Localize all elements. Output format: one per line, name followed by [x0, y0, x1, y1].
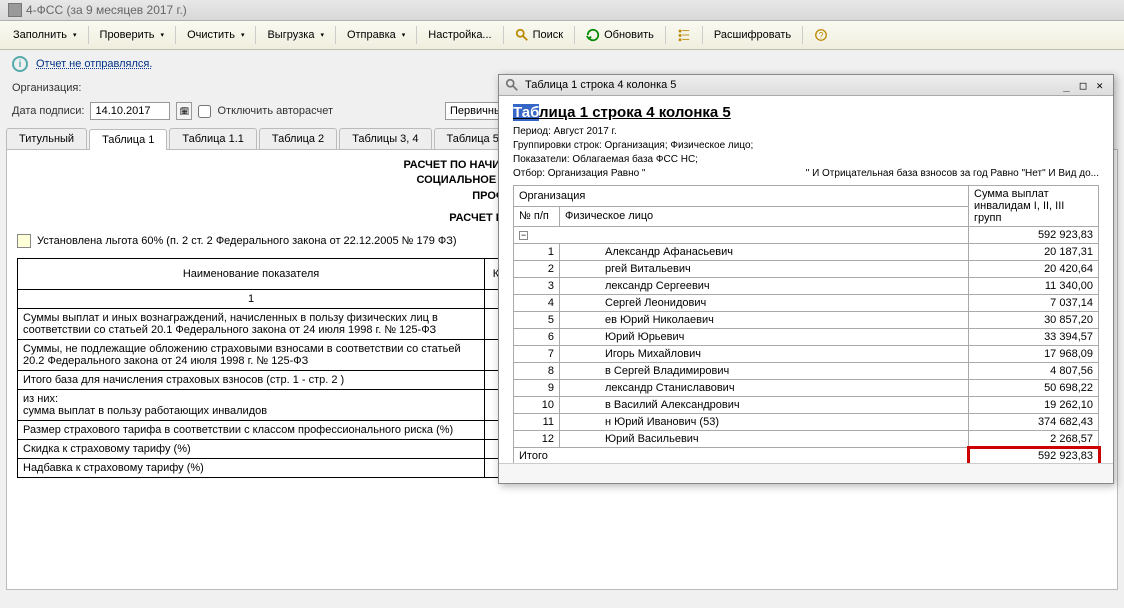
tab-tablica-3-4[interactable]: Таблицы 3, 4: [339, 128, 431, 149]
auto-label: Отключить авторасчет: [217, 105, 333, 117]
popup-person-row[interactable]: 7Игорь Михайлович17 968,09: [514, 346, 1099, 363]
help-button[interactable]: ?: [807, 24, 835, 46]
decrypt-button[interactable]: Расшифровать: [707, 25, 798, 45]
popup-statusbar: [499, 463, 1113, 483]
tab-titulnyy[interactable]: Титульный: [6, 128, 87, 149]
popup-person-row[interactable]: 5ев Юрий Николаевич30 857,20: [514, 312, 1099, 329]
popup-group-row[interactable]: − 592 923,83: [514, 227, 1099, 244]
window-title: 4-ФСС (за 9 месяцев 2017 г.): [26, 3, 187, 17]
popup-person-row[interactable]: 6Юрий Юрьевич33 394,57: [514, 329, 1099, 346]
toolbar: Заполнить Проверить Очистить Выгрузка От…: [0, 21, 1124, 50]
window-title-bar: 4-ФСС (за 9 месяцев 2017 г.): [0, 0, 1124, 21]
popup-total-value: 592 923,83: [969, 448, 1099, 464]
lgota-label: Установлена льгота 60% (п. 2 ст. 2 Федер…: [37, 235, 457, 247]
settings-button[interactable]: Настройка...: [421, 25, 498, 45]
popup-person-row[interactable]: 2ргей Витальевич20 420,64: [514, 261, 1099, 278]
close-icon[interactable]: ✕: [1092, 79, 1107, 92]
popup-person-row[interactable]: 1Александр Афанасьевич20 187,31: [514, 244, 1099, 261]
pth-sum: Сумма выплат инвалидам I, II, III групп: [969, 186, 1099, 227]
pth-fiz: Физическое лицо: [560, 206, 969, 227]
pth-np: № п/п: [514, 206, 560, 227]
popup-person-row[interactable]: 3лександр Сергеевич11 340,00: [514, 278, 1099, 295]
popup-titlebar[interactable]: Таблица 1 строка 4 колонка 5 _ □ ✕: [499, 75, 1113, 96]
popup-window: Таблица 1 строка 4 колонка 5 _ □ ✕ Табли…: [498, 74, 1114, 484]
popup-header: Таблица 1 строка 4 колонка 5 Период: Авг…: [499, 96, 1113, 185]
lgota-checkbox[interactable]: [17, 234, 31, 248]
status-text: Отчет не отправлялся.: [36, 58, 152, 70]
popup-person-row[interactable]: 12Юрий Васильевич2 268,57: [514, 431, 1099, 448]
org-label: Организация:: [12, 82, 81, 94]
auto-checkbox[interactable]: [198, 105, 211, 118]
popup-total-row: Итого 592 923,83: [514, 448, 1099, 464]
popup-person-row[interactable]: 8в Сергей Владимирович4 807,56: [514, 363, 1099, 380]
popup-indicators: Показатели: Облагаемая база ФСС НС;: [513, 153, 1099, 167]
app-icon: [8, 3, 22, 17]
info-icon: i: [12, 56, 28, 72]
magnifier-icon: [505, 78, 519, 92]
tab-tablica-1-1[interactable]: Таблица 1.1: [169, 128, 256, 149]
date-input[interactable]: [90, 102, 170, 120]
tab-tablica-1[interactable]: Таблица 1: [89, 129, 167, 150]
svg-text:?: ?: [819, 31, 824, 41]
tab-tablica-2[interactable]: Таблица 2: [259, 128, 337, 149]
popup-table: Организация Сумма выплат инвалидам I, II…: [499, 185, 1113, 463]
refresh-button[interactable]: Обновить: [579, 24, 661, 46]
th-n1: 1: [18, 290, 485, 309]
fill-button[interactable]: Заполнить: [6, 25, 84, 45]
popup-person-row[interactable]: 11н Юрий Иванович (53)374 682,43: [514, 414, 1099, 431]
popup-group: Группировки строк: Организация; Физическ…: [513, 139, 1099, 153]
send-button[interactable]: Отправка: [340, 25, 412, 45]
maximize-icon[interactable]: □: [1076, 79, 1091, 92]
popup-person-row[interactable]: 9лександр Станиславович50 698,22: [514, 380, 1099, 397]
pth-org: Организация: [514, 186, 969, 207]
clear-button[interactable]: Очистить: [180, 25, 251, 45]
tree-button[interactable]: [670, 24, 698, 46]
search-button[interactable]: Поиск: [508, 24, 570, 46]
th-name: Наименование показателя: [18, 259, 485, 290]
upload-button[interactable]: Выгрузка: [260, 25, 330, 45]
popup-person-row[interactable]: 10в Василий Александрович19 262,10: [514, 397, 1099, 414]
minimize-icon[interactable]: _: [1059, 79, 1074, 92]
check-button[interactable]: Проверить: [93, 25, 172, 45]
popup-filter-left: Отбор: Организация Равно ": [513, 167, 645, 181]
date-label: Дата подписи:: [12, 105, 84, 117]
popup-person-row[interactable]: 4Сергей Леонидович7 037,14: [514, 295, 1099, 312]
collapse-icon[interactable]: −: [519, 231, 528, 240]
popup-filter-right: " И Отрицательная база взносов за год Ра…: [806, 167, 1099, 181]
popup-period: Период: Август 2017 г.: [513, 125, 1099, 139]
popup-title-text: Таблица 1 строка 4 колонка 5: [525, 79, 676, 91]
popup-heading: Таблица 1 строка 4 колонка 5: [513, 104, 1099, 121]
date-picker-button[interactable]: 🗓: [176, 102, 192, 120]
